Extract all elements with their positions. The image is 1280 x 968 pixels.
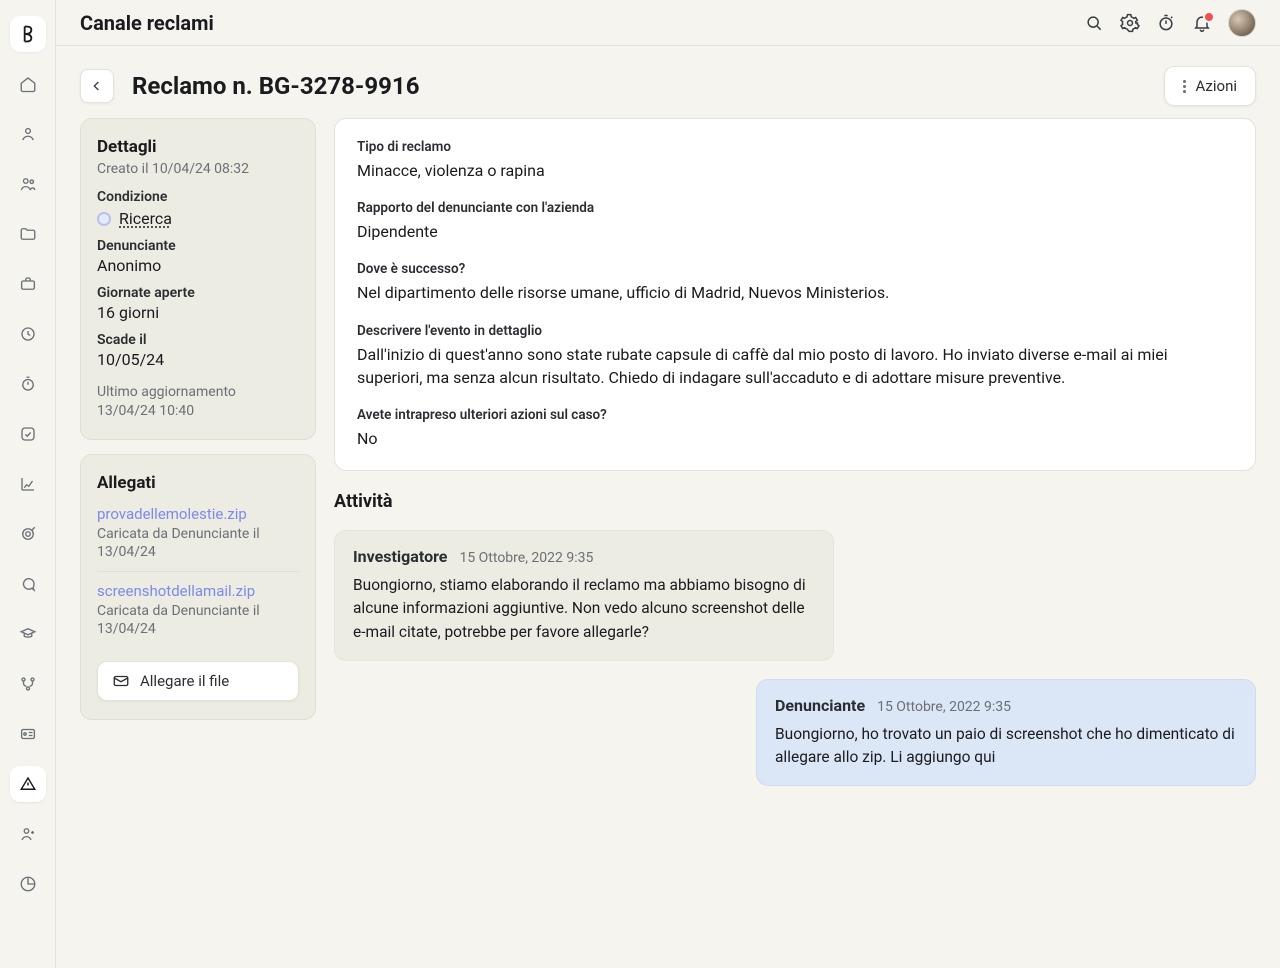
brand-logo[interactable] <box>10 16 46 52</box>
header-tools <box>1084 9 1256 37</box>
where-value: Nel dipartimento delle risorse umane, uf… <box>357 281 1233 304</box>
nav-education-icon[interactable] <box>10 616 46 652</box>
actions-button[interactable]: Azioni <box>1164 66 1256 106</box>
reporter-value: Anonimo <box>97 256 299 275</box>
detail-value: Dall'inizio di quest'anno sono state rub… <box>357 343 1233 389</box>
open-days-label: Giornate aperte <box>97 285 299 301</box>
report-card: Tipo di reclamo Minacce, violenza o rapi… <box>334 118 1256 471</box>
notifications-icon[interactable] <box>1192 13 1212 33</box>
activity-messages: Investigatore 15 Ottobre, 2022 9:35 Buon… <box>334 530 1256 786</box>
details-created: Creato il 10/04/24 08:32 <box>97 161 299 177</box>
nav-flow-icon[interactable] <box>10 666 46 702</box>
attach-file-label: Allegare il file <box>140 672 229 690</box>
status-value[interactable]: Ricerca <box>119 209 172 228</box>
back-button[interactable] <box>80 69 114 103</box>
relation-value: Dipendente <box>357 220 1233 243</box>
avatar[interactable] <box>1228 9 1256 37</box>
attachment-item: screenshotdellamail.zip Caricata da Denu… <box>97 571 299 648</box>
type-value: Minacce, violenza o rapina <box>357 159 1233 182</box>
last-update-value: 13/04/24 10:40 <box>97 402 299 421</box>
nav-pie-icon[interactable] <box>10 866 46 902</box>
nav-home-icon[interactable] <box>10 66 46 102</box>
page-title: Canale reclami <box>80 11 214 35</box>
nav-target-icon[interactable] <box>10 516 46 552</box>
message-bubble-investigator: Investigatore 15 Ottobre, 2022 9:35 Buon… <box>334 530 834 661</box>
last-update-label: Ultimo aggiornamento <box>97 383 299 402</box>
last-update: Ultimo aggiornamento 13/04/24 10:40 <box>97 383 299 421</box>
type-label: Tipo di reclamo <box>357 139 1233 155</box>
attachments-title: Allegati <box>97 473 299 493</box>
attachment-item: provadellemolestie.zip Caricata da Denun… <box>97 497 299 571</box>
nav-card-icon[interactable] <box>10 716 46 752</box>
nav-check-icon[interactable] <box>10 416 46 452</box>
search-icon[interactable] <box>1084 13 1104 33</box>
attachment-meta: Caricata da Denunciante il 13/04/24 <box>97 602 299 638</box>
attachment-link[interactable]: provadellemolestie.zip <box>97 505 247 523</box>
message-time: 15 Ottobre, 2022 9:35 <box>459 550 593 566</box>
nav-people-icon[interactable] <box>10 166 46 202</box>
open-days-value: 16 giorni <box>97 303 299 322</box>
nav-briefcase-icon[interactable] <box>10 266 46 302</box>
nav-folder-icon[interactable] <box>10 216 46 252</box>
detail-label: Descrivere l'evento in dettaglio <box>357 323 1233 339</box>
settings-icon[interactable] <box>1120 13 1140 33</box>
status-row: Ricerca <box>97 209 299 228</box>
reporter-label: Denunciante <box>97 238 299 254</box>
message-author: Investigatore <box>353 547 447 566</box>
subheader: Reclamo n. BG-3278-9916 Azioni <box>56 46 1280 118</box>
message-body: Buongiorno, stiamo elaborando il reclamo… <box>353 574 815 644</box>
attachment-meta: Caricata da Denunciante il 13/04/24 <box>97 525 299 561</box>
nav-timer-icon[interactable] <box>10 366 46 402</box>
message-time: 15 Ottobre, 2022 9:35 <box>877 699 1011 715</box>
nav-chart-icon[interactable] <box>10 466 46 502</box>
actions-button-label: Azioni <box>1196 77 1237 95</box>
relation-label: Rapporto del denunciante con l'azienda <box>357 200 1233 216</box>
nav-alert-icon[interactable] <box>10 766 46 802</box>
nav-clock-icon[interactable] <box>10 316 46 352</box>
nav-chat-icon[interactable] <box>10 566 46 602</box>
attach-file-button[interactable]: Allegare il file <box>97 661 299 701</box>
where-label: Dove è successo? <box>357 261 1233 277</box>
expires-value: 10/05/24 <box>97 350 299 369</box>
page-header: Canale reclami <box>56 0 1280 46</box>
nav-person-icon[interactable] <box>10 116 46 152</box>
status-dot-icon <box>97 212 111 226</box>
further-label: Avete intrapreso ulteriori azioni sul ca… <box>357 407 1233 423</box>
more-dots-icon <box>1183 80 1186 93</box>
message-author: Denunciante <box>775 696 865 715</box>
nav-user-plus-icon[interactable] <box>10 816 46 852</box>
left-rail <box>0 0 56 968</box>
further-value: No <box>357 427 1233 450</box>
details-title: Dettagli <box>97 137 299 157</box>
case-title: Reclamo n. BG-3278-9916 <box>132 72 419 100</box>
activity-title: Attività <box>334 491 1256 512</box>
message-bubble-reporter: Denunciante 15 Ottobre, 2022 9:35 Buongi… <box>756 679 1256 787</box>
details-panel: Dettagli Creato il 10/04/24 08:32 Condiz… <box>80 118 316 440</box>
attachment-link[interactable]: screenshotdellamail.zip <box>97 582 255 600</box>
stopwatch-icon[interactable] <box>1156 13 1176 33</box>
mail-upload-icon <box>112 672 130 690</box>
expires-label: Scade il <box>97 332 299 348</box>
status-label: Condizione <box>97 189 299 205</box>
message-body: Buongiorno, ho trovato un paio di screen… <box>775 723 1237 770</box>
attachments-panel: Allegati provadellemolestie.zip Caricata… <box>80 454 316 720</box>
